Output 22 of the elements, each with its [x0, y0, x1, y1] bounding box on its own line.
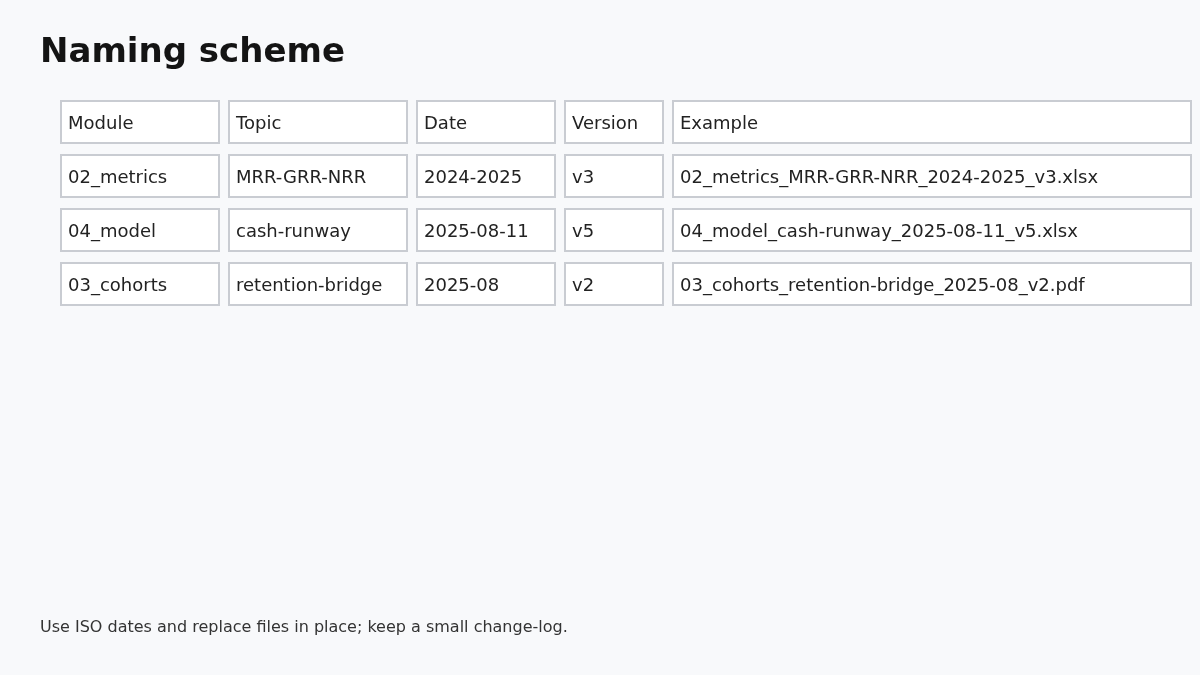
column-header: Date	[416, 100, 556, 144]
table-cell: v3	[564, 154, 664, 198]
table-cell: v5	[564, 208, 664, 252]
column-header: Module	[60, 100, 220, 144]
page-title: Naming scheme	[40, 29, 346, 72]
table-cell: 2025-08-11	[416, 208, 556, 252]
table-cell: MRR-GRR-NRR	[228, 154, 408, 198]
table-cell: 02_metrics_MRR-GRR-NRR_2024-2025_v3.xlsx	[672, 154, 1192, 198]
table-cell: v2	[564, 262, 664, 306]
table-cell: 03_cohorts_retention-bridge_2025-08_v2.pdf	[672, 262, 1192, 306]
column-header: Version	[564, 100, 664, 144]
table-cell: 2025-08	[416, 262, 556, 306]
table-cell: 02_metrics	[60, 154, 220, 198]
table-cell: 04_model	[60, 208, 220, 252]
table-cell: 03_cohorts	[60, 262, 220, 306]
table-cell: 04_model_cash-runway_2025-08-11_v5.xlsx	[672, 208, 1192, 252]
table-cell: retention-bridge	[228, 262, 408, 306]
footnote: Use ISO dates and replace files in place; keep a small change-log.	[40, 616, 568, 638]
table-cell: cash-runway	[228, 208, 408, 252]
column-header: Example	[672, 100, 1192, 144]
column-header: Topic	[228, 100, 408, 144]
table-cell: 2024-2025	[416, 154, 556, 198]
